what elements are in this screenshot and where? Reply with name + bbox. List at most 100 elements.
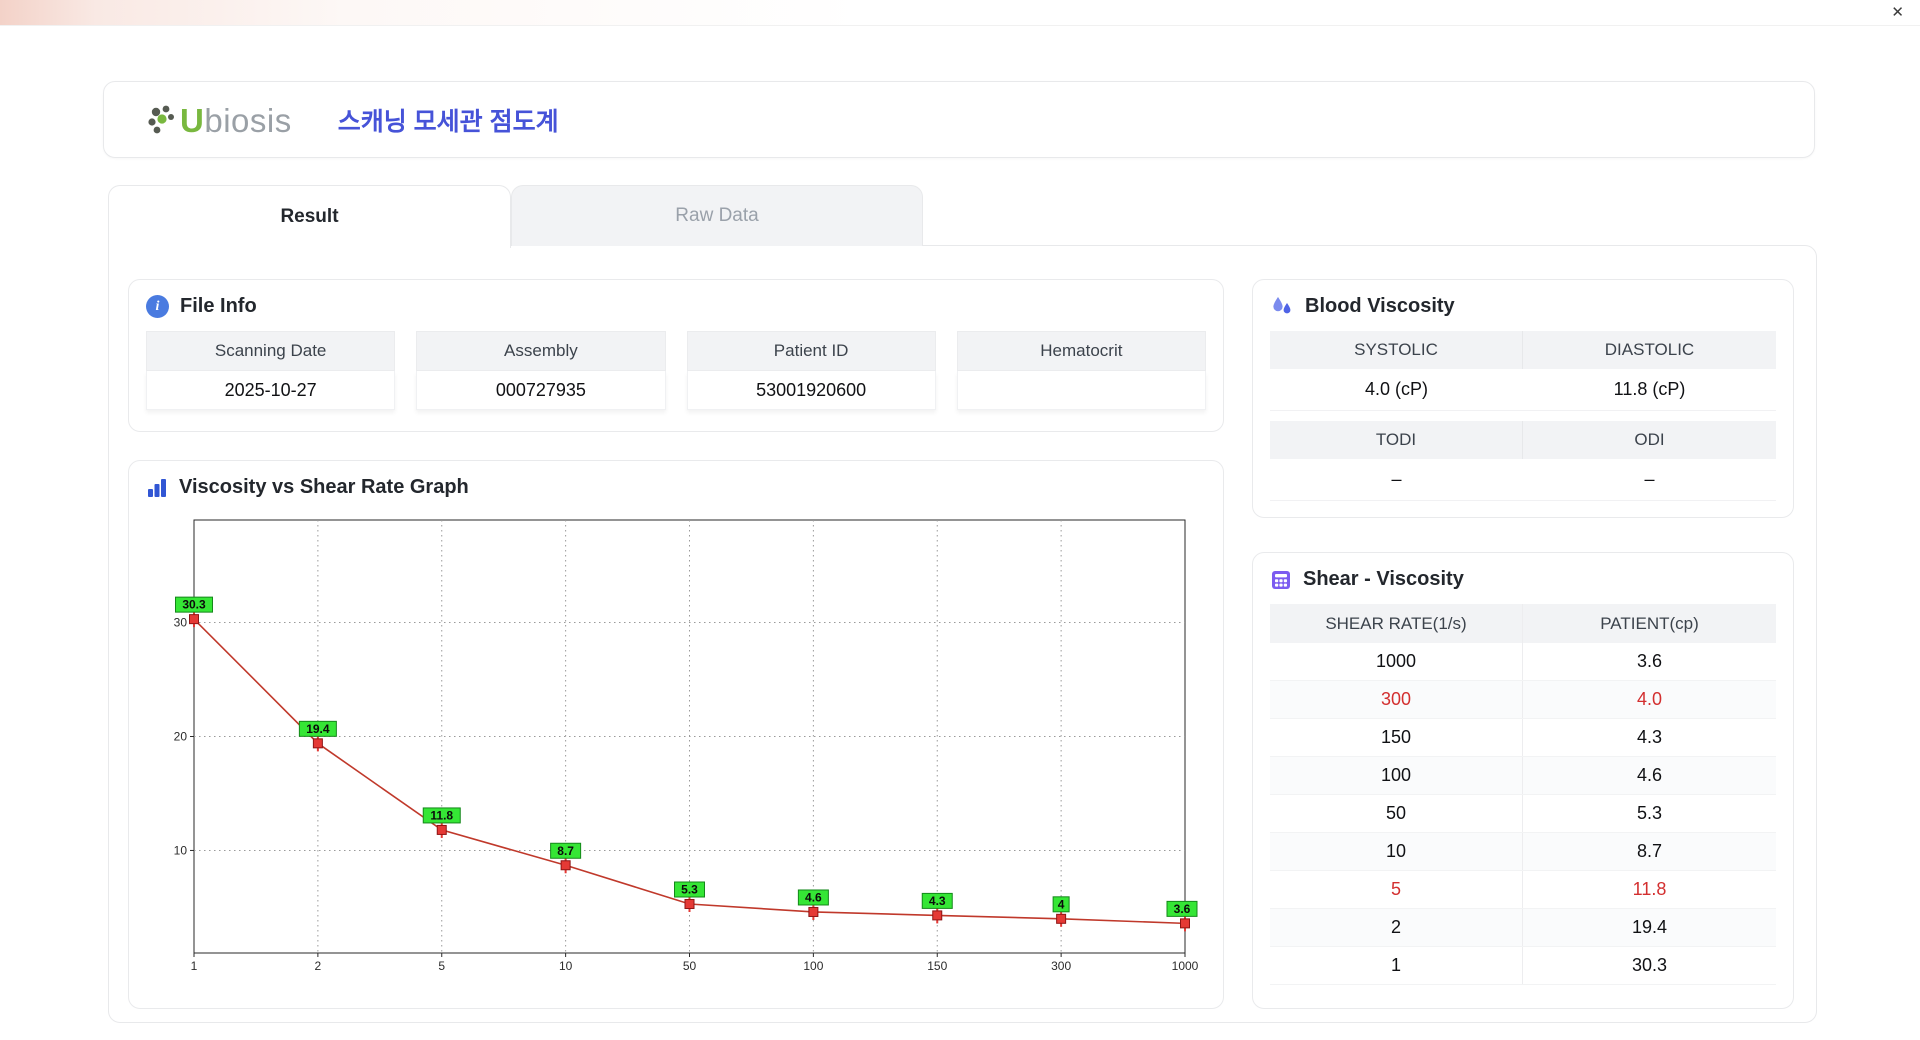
file-info-title-text: File Info [180, 295, 257, 317]
page-title: 스캐닝 모세관 점도계 [337, 107, 559, 136]
graph-title-text: Viscosity vs Shear Rate Graph [179, 476, 469, 498]
svg-text:10: 10 [174, 843, 188, 857]
file-info-fields: Scanning Date 2025-10-27 Assembly 000727935… [146, 331, 1206, 410]
svg-text:19.4: 19.4 [306, 722, 330, 736]
diastolic-value: 11.8 (cP) [1523, 369, 1776, 411]
info-icon: i [146, 295, 169, 318]
blood-viscosity-title: Blood Viscosity [1270, 294, 1776, 318]
svg-text:4: 4 [1058, 897, 1065, 911]
table-row: 2 19.4 [1270, 909, 1776, 947]
svg-text:3.6: 3.6 [1174, 902, 1191, 916]
shear-viscosity-panel: Shear - Viscosity SHEAR RATE(1/s) PATIEN… [1252, 552, 1794, 1009]
table-row: 150 4.3 [1270, 719, 1776, 757]
cell-patient: 3.6 [1636, 651, 1663, 671]
cell-shear-rate: 300 [1270, 681, 1523, 718]
todi-value: – [1270, 459, 1523, 501]
graph-title: Viscosity vs Shear Rate Graph [146, 476, 1206, 499]
cell-shear-rate: 1 [1270, 947, 1523, 984]
diastolic-label: DIASTOLIC [1523, 331, 1776, 369]
cell-patient: 8.7 [1636, 841, 1663, 861]
logo-dots-icon [148, 105, 174, 133]
table-row: 50 5.3 [1270, 795, 1776, 833]
blood-viscosity-title-text: Blood Viscosity [1305, 294, 1455, 317]
blood-viscosity-grid-1: SYSTOLIC DIASTOLIC 4.0 (cP) 11.8 (cP) [1270, 331, 1776, 411]
blood-viscosity-panel: Blood Viscosity SYSTOLIC DIASTOLIC 4.0 (… [1252, 279, 1794, 518]
svg-text:300: 300 [1051, 959, 1071, 973]
field-patient-id: Patient ID 53001920600 [686, 331, 936, 410]
table-grid-icon [1272, 570, 1290, 589]
cell-patient: 5.3 [1636, 803, 1663, 823]
svg-text:11.8: 11.8 [430, 808, 453, 822]
cell-shear-rate: 100 [1270, 757, 1523, 794]
field-scanning-date: Scanning Date 2025-10-27 [146, 331, 396, 410]
shear-table-body: 1000 3.6 300 4.0 150 4.3 100 4.6 50 5.3 10 8.7 5 11.8… [1270, 643, 1776, 985]
cell-shear-rate: 50 [1270, 795, 1523, 832]
svg-text:100: 100 [803, 959, 823, 973]
svg-text:30.3: 30.3 [182, 598, 206, 612]
svg-text:1000: 1000 [1172, 959, 1199, 973]
cell-shear-rate: 5 [1270, 871, 1523, 908]
svg-text:5.3: 5.3 [681, 883, 698, 897]
shear-table-header: SHEAR RATE(1/s) PATIENT(cp) [1270, 604, 1776, 643]
cell-patient: 30.3 [1631, 955, 1668, 975]
cell-shear-rate: 10 [1270, 833, 1523, 870]
droplets-icon [1273, 297, 1291, 314]
app-window: ✕ Ubiosis 스캐닝 모세관 점도계 Result Raw Data i [0, 0, 1920, 1040]
tab-result[interactable]: Result [108, 185, 511, 248]
field-value [956, 371, 1206, 410]
table-row: 100 4.6 [1270, 757, 1776, 795]
app-header: Ubiosis 스캐닝 모세관 점도계 [103, 81, 1815, 158]
odi-value: – [1523, 459, 1776, 501]
col-patient: PATIENT(cp) [1600, 613, 1699, 633]
shear-viscosity-title: Shear - Viscosity [1270, 568, 1776, 591]
field-hematocrit: Hematocrit [956, 331, 1206, 410]
cell-patient: 11.8 [1632, 879, 1667, 899]
bar-chart-icon [148, 478, 166, 497]
cell-patient: 4.3 [1636, 727, 1663, 747]
table-row: 1000 3.6 [1270, 643, 1776, 681]
svg-text:10: 10 [559, 959, 573, 973]
svg-text:30: 30 [174, 616, 188, 630]
tab-raw-data[interactable]: Raw Data [511, 185, 923, 246]
svg-text:150: 150 [927, 959, 947, 973]
svg-text:2: 2 [315, 959, 322, 973]
field-label: Patient ID [686, 331, 936, 371]
shear-viscosity-title-text: Shear - Viscosity [1303, 568, 1464, 590]
file-info-title: i File Info [146, 295, 1206, 318]
field-value: 53001920600 [686, 371, 936, 410]
field-label: Scanning Date [146, 331, 396, 371]
field-label: Assembly [416, 331, 666, 371]
tab-bar: Result Raw Data [108, 185, 923, 248]
svg-text:50: 50 [683, 959, 697, 973]
systolic-label: SYSTOLIC [1270, 331, 1523, 369]
svg-text:4.6: 4.6 [805, 890, 822, 904]
svg-text:4.3: 4.3 [929, 894, 946, 908]
field-assembly: Assembly 000727935 [416, 331, 666, 410]
table-row: 1 30.3 [1270, 947, 1776, 985]
col-shear-rate: SHEAR RATE(1/s) [1270, 604, 1523, 643]
cell-patient: 4.0 [1636, 689, 1663, 709]
field-value: 2025-10-27 [146, 371, 396, 410]
window-titlebar: ✕ [0, 0, 1920, 26]
svg-text:20: 20 [174, 730, 188, 744]
result-content: i File Info Scanning Date 2025-10-27 Assem… [108, 245, 1817, 1023]
viscosity-chart: 1 2 5 10 50 100 150 300 1000 10 20 30 30.3 19.4 11.8 8.… [174, 519, 1199, 973]
todi-label: TODI [1270, 421, 1523, 459]
svg-text:8.7: 8.7 [557, 844, 574, 858]
field-value: 000727935 [416, 371, 666, 410]
table-row: 300 4.0 [1270, 681, 1776, 719]
systolic-value: 4.0 (cP) [1270, 369, 1523, 411]
odi-label: ODI [1523, 421, 1776, 459]
file-info-panel: i File Info Scanning Date 2025-10-27 Assem… [128, 279, 1224, 432]
cell-shear-rate: 150 [1270, 719, 1523, 756]
graph-panel: Viscosity vs Shear Rate Graph 1 2 5 10 50 100… [128, 460, 1224, 1009]
field-label: Hematocrit [956, 331, 1206, 371]
svg-text:1: 1 [191, 959, 198, 973]
table-row: 10 8.7 [1270, 833, 1776, 871]
cell-patient: 4.6 [1636, 765, 1663, 785]
cell-shear-rate: 2 [1270, 909, 1523, 946]
close-icon[interactable]: ✕ [1891, 3, 1904, 23]
svg-text:5: 5 [438, 959, 445, 973]
table-row: 5 11.8 [1270, 871, 1776, 909]
cell-shear-rate: 1000 [1270, 643, 1523, 680]
